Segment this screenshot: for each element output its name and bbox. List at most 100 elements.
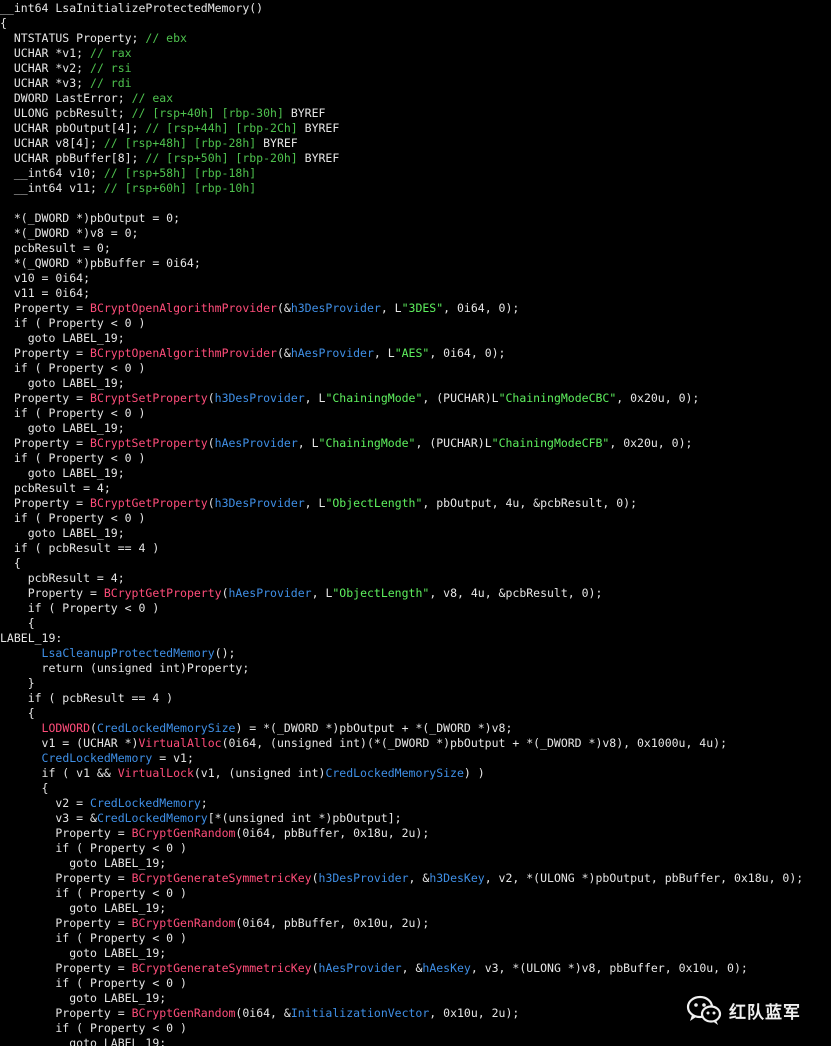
code-line: {	[0, 616, 831, 631]
code-token-global: h3DesProvider	[318, 871, 409, 885]
code-line: DWORD LastError; // eax	[0, 91, 831, 106]
code-token-func: VirtualAlloc	[138, 736, 222, 750]
code-token-plain: BYREF	[304, 151, 340, 165]
code-token-plain: (v1, (unsigned int)	[193, 766, 326, 780]
code-line: __int64 LsaInitializeProtectedMemory()	[0, 1, 831, 16]
code-line: LODWORD(CredLockedMemorySize) = *(_DWORD…	[0, 721, 831, 736]
code-token-string: "ChainingModeCBC"	[498, 391, 617, 405]
code-token-comment: // rax	[90, 46, 132, 60]
code-token-plain: goto LABEL_19;	[0, 856, 167, 870]
code-token-func: BCryptGenRandom	[131, 916, 236, 930]
code-token-func: VirtualLock	[117, 766, 194, 780]
code-token-plain: (	[311, 871, 319, 885]
code-token-plain: (	[207, 391, 215, 405]
code-token-plain: }	[0, 676, 35, 690]
code-token-plain: , 0x20u, 0);	[616, 391, 700, 405]
code-line: __int64 v11; // [rsp+60h] [rbp-10h]	[0, 181, 831, 196]
code-token-plain: (0i64, (unsigned int)(*(_DWORD *)pbOutpu…	[221, 736, 727, 750]
code-token-plain: if ( Property < 0 )	[0, 601, 160, 615]
code-token-comment: // rdi	[90, 76, 132, 90]
code-token-plain: if ( Property < 0 )	[0, 451, 146, 465]
code-token-comment: // [rsp+44h] [rbp-2Ch]	[145, 121, 305, 135]
code-line: UCHAR v8[4]; // [rsp+48h] [rbp-28h] BYRE…	[0, 136, 831, 151]
code-token-plain: UCHAR v8[4];	[0, 136, 104, 150]
code-token-plain: ULONG pcbResult;	[0, 106, 132, 120]
code-token-plain: goto LABEL_19;	[0, 991, 167, 1005]
code-line: CredLockedMemory = v1;	[0, 751, 831, 766]
code-token-comment: // rsi	[90, 61, 132, 75]
code-token-global: hAesProvider	[290, 346, 374, 360]
code-view[interactable]: __int64 LsaInitializeProtectedMemory(){ …	[0, 0, 831, 1046]
code-token-plain: *(_DWORD *)v8 = 0;	[0, 226, 139, 240]
code-token-plain: (	[207, 496, 215, 510]
code-token-global: CredLockedMemory	[90, 796, 201, 810]
code-token-plain: (&	[276, 301, 291, 315]
code-token-global: InitializationVector	[290, 1006, 430, 1020]
code-line: v3 = &CredLockedMemory[*(unsigned int *)…	[0, 811, 831, 826]
code-token-plain: (	[90, 721, 97, 735]
code-token-func: BCryptGenRandom	[131, 1006, 236, 1020]
code-token-plain: , v8, 4u, &pcbResult, 0);	[429, 586, 603, 600]
code-line: Property = BCryptSetProperty(hAesProvide…	[0, 436, 831, 451]
code-line: {	[0, 16, 831, 31]
code-line: {	[0, 781, 831, 796]
code-token-plain: if ( Property < 0 )	[0, 1021, 187, 1035]
code-token-plain: ();	[214, 646, 236, 660]
code-token-plain: goto LABEL_19;	[0, 331, 125, 345]
code-token-plain: , 0x10u, 2u);	[429, 1006, 520, 1020]
code-line: if ( Property < 0 )	[0, 511, 831, 526]
code-line: goto LABEL_19;	[0, 421, 831, 436]
code-token-global: CredLockedMemory	[41, 751, 153, 765]
code-token-plain: UCHAR pbOutput[4];	[0, 121, 146, 135]
code-token-plain: if ( Property < 0 )	[0, 361, 146, 375]
code-line: UCHAR pbBuffer[8]; // [rsp+50h] [rbp-20h…	[0, 151, 831, 166]
code-token-global: hAesProvider	[318, 961, 402, 975]
code-token-plain: UCHAR *v3;	[0, 76, 91, 90]
code-line: v1 = (UCHAR *)VirtualAlloc(0i64, (unsign…	[0, 736, 831, 751]
code-token-plain: (	[207, 436, 215, 450]
code-token-plain: (&	[276, 346, 291, 360]
code-line: UCHAR *v3; // rdi	[0, 76, 831, 91]
code-token-plain: , 0i64, 0);	[429, 346, 506, 360]
code-token-string: "ObjectLength"	[332, 586, 430, 600]
code-token-plain: goto LABEL_19;	[0, 946, 167, 960]
code-token-comment: // [rsp+40h] [rbp-30h]	[131, 106, 291, 120]
code-token-plain: if ( pcbResult == 4 )	[0, 541, 160, 555]
code-line: pcbResult = 4;	[0, 571, 831, 586]
code-line: __int64 v10; // [rsp+58h] [rbp-18h]	[0, 166, 831, 181]
code-line: Property = BCryptGenerateSymmetricKey(hA…	[0, 961, 831, 976]
code-line: {	[0, 706, 831, 721]
code-token-plain: if ( v1 &&	[0, 766, 118, 780]
code-token-comment: // eax	[131, 91, 174, 105]
code-line: goto LABEL_19;	[0, 376, 831, 391]
code-token-func: LODWORD	[41, 721, 91, 735]
code-token-global: h3DesProvider	[290, 301, 381, 315]
code-token-plain: (	[311, 961, 319, 975]
code-token-comment: // ebx	[145, 31, 187, 45]
code-line: Property = BCryptGenRandom(0i64, pbBuffe…	[0, 916, 831, 931]
code-token-plain: , &	[401, 961, 423, 975]
code-token-plain: , L	[297, 436, 319, 450]
code-line: UCHAR *v2; // rsi	[0, 61, 831, 76]
code-token-plain: __int64 v11;	[0, 181, 104, 195]
code-token-string: "ChainingMode"	[318, 436, 416, 450]
code-token-comment: // [rsp+48h] [rbp-28h]	[103, 136, 264, 150]
code-token-comment: // [rsp+58h] [rbp-18h]	[103, 166, 257, 180]
code-line: if ( Property < 0 )	[0, 361, 831, 376]
code-line: if ( Property < 0 )	[0, 316, 831, 331]
code-token-plain: , L	[304, 391, 326, 405]
code-token-plain: __int64 v10;	[0, 166, 104, 180]
code-token-plain: if ( Property < 0 )	[0, 931, 187, 945]
code-token-plain: , v2, *(ULONG *)pbOutput, pbBuffer, 0x18…	[484, 871, 804, 885]
code-token-string: "3DES"	[401, 301, 444, 315]
code-token-plain: UCHAR pbBuffer[8];	[0, 151, 146, 165]
code-token-plain: Property =	[0, 826, 132, 840]
code-token-plain: {	[0, 706, 35, 720]
code-line: Property = BCryptGetProperty(h3DesProvid…	[0, 496, 831, 511]
code-token-global: h3DesKey	[429, 871, 485, 885]
code-token-plain: if ( Property < 0 )	[0, 841, 187, 855]
code-token-plain: , L	[311, 586, 333, 600]
